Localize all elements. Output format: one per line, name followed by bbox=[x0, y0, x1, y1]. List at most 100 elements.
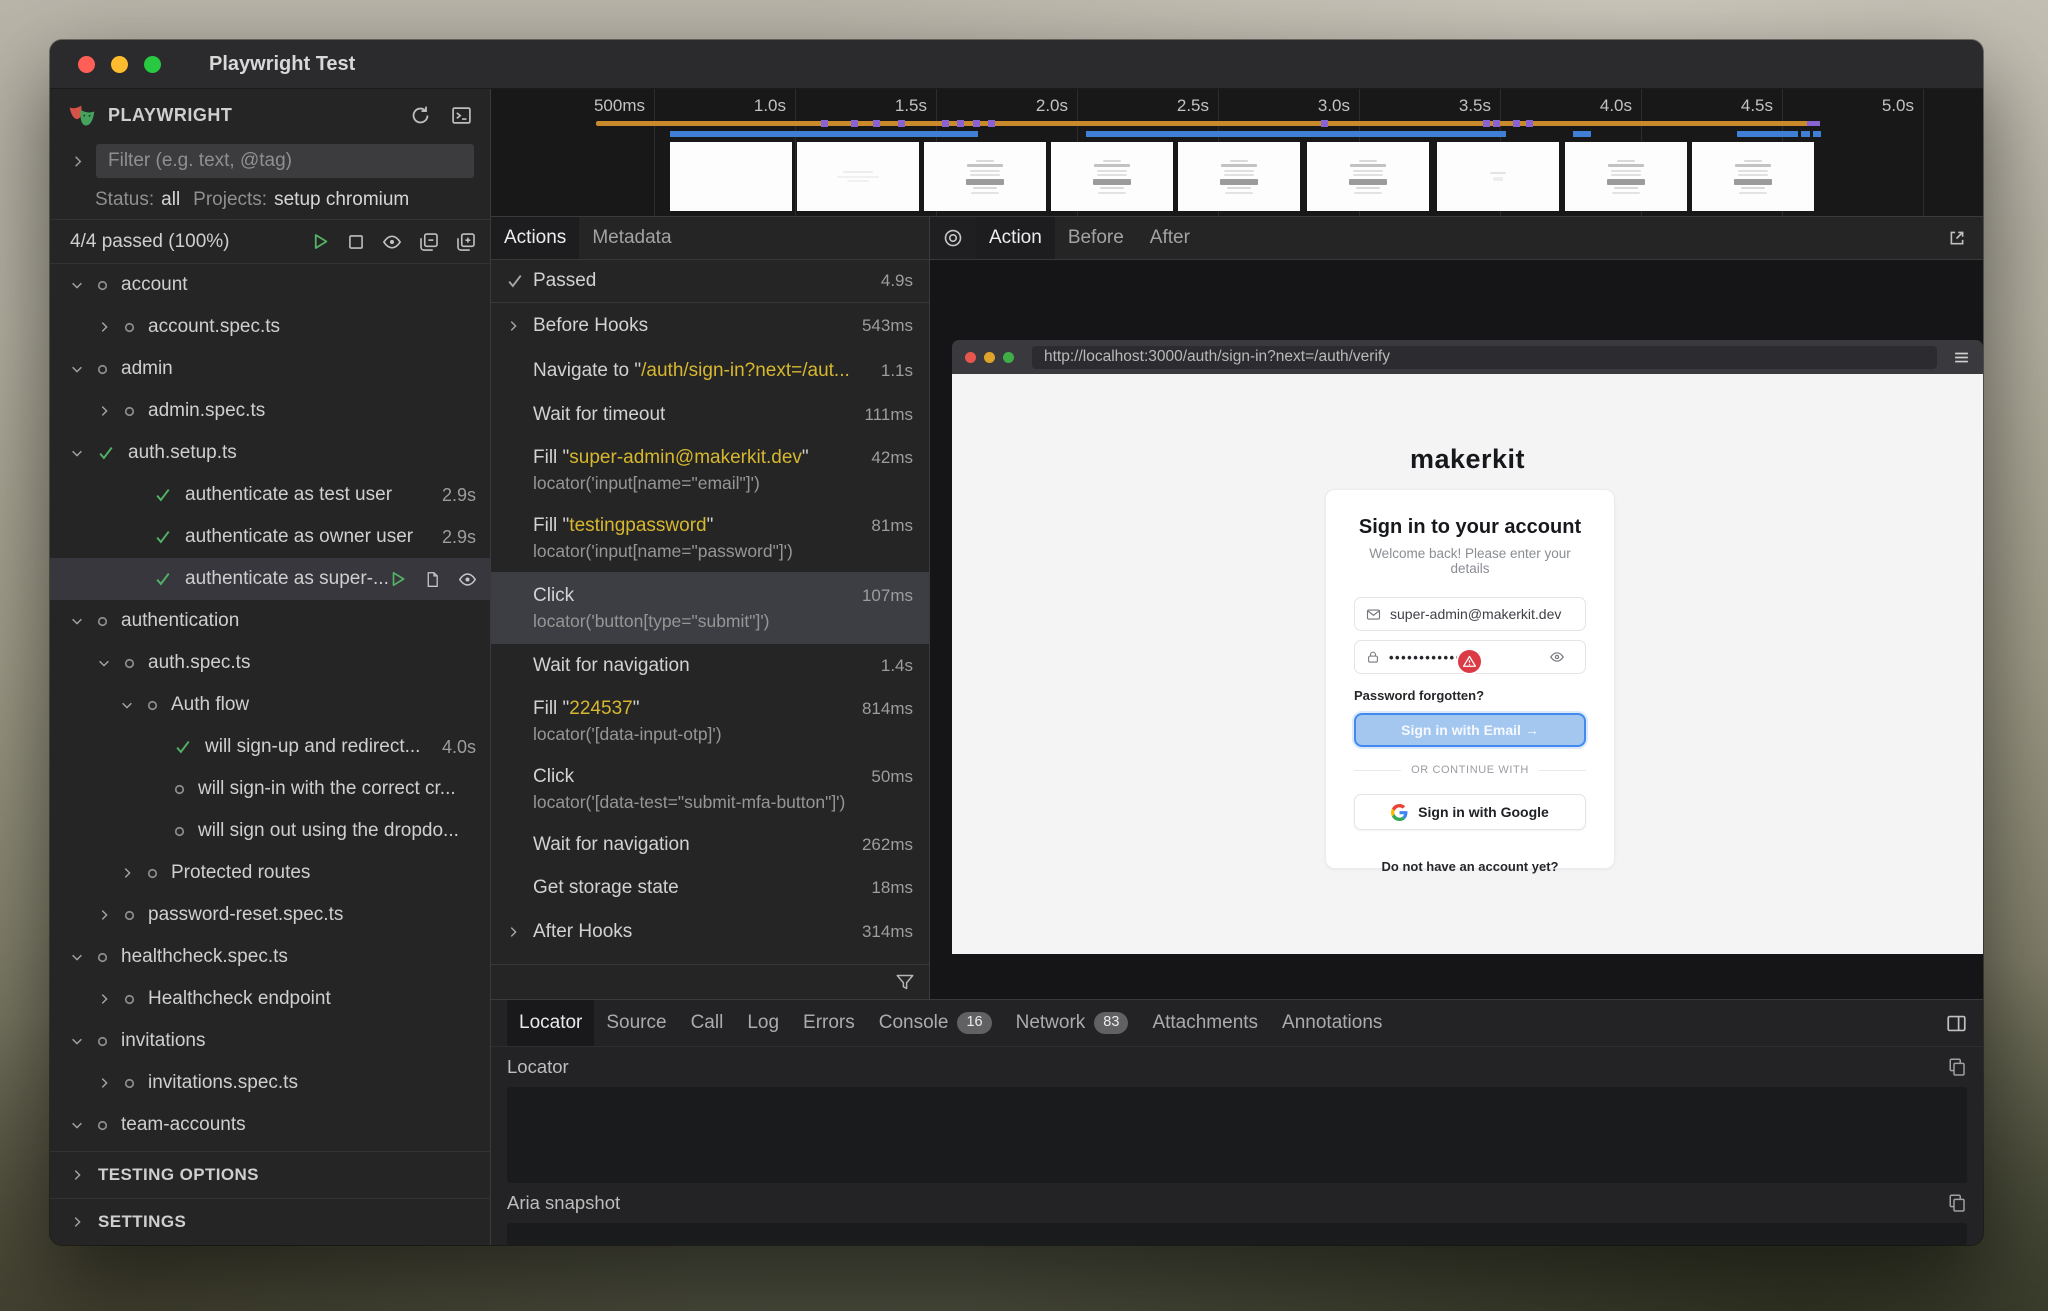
copy-icon[interactable] bbox=[1947, 1193, 1967, 1213]
chevron-right-icon[interactable] bbox=[97, 320, 111, 334]
chevron-down-icon[interactable] bbox=[70, 614, 84, 628]
tab-locator[interactable]: Locator bbox=[507, 1000, 594, 1046]
filmstrip-frame[interactable] bbox=[1178, 142, 1300, 211]
filmstrip-frame[interactable] bbox=[1692, 142, 1814, 211]
filmstrip-frame[interactable] bbox=[1307, 142, 1429, 211]
tab-before[interactable]: Before bbox=[1055, 217, 1137, 259]
play-icon[interactable] bbox=[389, 570, 407, 588]
tree-item[interactable]: Protected routes bbox=[50, 852, 490, 894]
tree-item[interactable]: will sign-up and redirect...4.0s bbox=[50, 726, 490, 768]
tab-metadata[interactable]: Metadata bbox=[579, 217, 684, 259]
tree-item[interactable]: account.spec.ts bbox=[50, 306, 490, 348]
chevron-down-icon[interactable] bbox=[70, 362, 84, 376]
tab-after[interactable]: After bbox=[1137, 217, 1203, 259]
terminal-icon[interactable] bbox=[451, 105, 472, 126]
tab-call[interactable]: Call bbox=[679, 1000, 736, 1046]
no-account-link[interactable]: Do not have an account yet? bbox=[1354, 859, 1586, 874]
tree-item[interactable]: admin.spec.ts bbox=[50, 390, 490, 432]
tree-item[interactable]: account bbox=[50, 264, 490, 306]
locator-editor[interactable] bbox=[507, 1087, 1967, 1183]
chevron-down-icon[interactable] bbox=[97, 656, 111, 670]
tab-actions[interactable]: Actions bbox=[491, 217, 579, 259]
action-row[interactable]: Wait for timeout111ms bbox=[491, 393, 929, 436]
open-external-icon[interactable] bbox=[1947, 217, 1983, 259]
tab-errors[interactable]: Errors bbox=[791, 1000, 867, 1046]
filmstrip-frame[interactable] bbox=[1437, 142, 1559, 211]
trace-timeline[interactable]: 500ms1.0s1.5s2.0s2.5s3.0s3.5s4.0s4.5s5.0… bbox=[491, 89, 1983, 217]
filmstrip-frame[interactable] bbox=[924, 142, 1046, 211]
chevron-down-icon[interactable] bbox=[70, 1118, 84, 1132]
browser-url-bar[interactable]: http://localhost:3000/auth/sign-in?next=… bbox=[1032, 346, 1937, 369]
testing-options-section[interactable]: TESTING OPTIONS bbox=[50, 1151, 490, 1198]
filter-input[interactable]: Filter (e.g. text, @tag) bbox=[96, 144, 474, 178]
expand-all-icon[interactable] bbox=[456, 232, 476, 252]
tree-item[interactable]: will sign-in with the correct cr... bbox=[50, 768, 490, 810]
chevron-right-icon[interactable] bbox=[97, 908, 111, 922]
tree-item[interactable]: authentication bbox=[50, 600, 490, 642]
filter-status-row[interactable]: Status: all Projects: setup chromium bbox=[50, 181, 490, 219]
tree-item[interactable]: auth.spec.ts bbox=[50, 642, 490, 684]
filmstrip-frame[interactable] bbox=[1051, 142, 1173, 211]
email-field[interactable]: super-admin@makerkit.dev bbox=[1354, 597, 1586, 631]
zoom-window-button[interactable] bbox=[144, 56, 161, 73]
chevron-right-icon[interactable] bbox=[506, 319, 520, 333]
tree-item[interactable]: Healthcheck endpoint bbox=[50, 978, 490, 1020]
filmstrip-frame[interactable] bbox=[797, 142, 919, 211]
action-row[interactable]: Click50mslocator('[data-test="submit-mfa… bbox=[491, 755, 929, 823]
chevron-right-icon[interactable] bbox=[97, 992, 111, 1006]
file-icon[interactable] bbox=[424, 571, 441, 588]
action-row[interactable]: Fill "224537"814mslocator('[data-input-o… bbox=[491, 687, 929, 755]
chevron-right-icon[interactable] bbox=[97, 1076, 111, 1090]
action-result-row[interactable]: Passed4.9s bbox=[491, 260, 929, 303]
collapse-all-icon[interactable] bbox=[419, 232, 439, 252]
settings-section[interactable]: SETTINGS bbox=[50, 1198, 490, 1245]
minimize-window-button[interactable] bbox=[111, 56, 128, 73]
tab-annotations[interactable]: Annotations bbox=[1270, 1000, 1394, 1046]
tab-attachments[interactable]: Attachments bbox=[1140, 1000, 1270, 1046]
tab-source[interactable]: Source bbox=[594, 1000, 678, 1046]
browser-menu-icon[interactable] bbox=[1953, 349, 1970, 366]
watch-all-eye-icon[interactable] bbox=[382, 232, 402, 252]
toggle-password-eye-icon[interactable] bbox=[1549, 649, 1565, 665]
action-row[interactable]: Before Hooks543ms bbox=[491, 303, 929, 348]
sign-in-google-button[interactable]: Sign in with Google bbox=[1354, 794, 1586, 830]
tree-item[interactable]: authenticate as owner user2.9s bbox=[50, 516, 490, 558]
copy-icon[interactable] bbox=[1947, 1057, 1967, 1077]
sign-in-email-button[interactable]: Sign in with Email → bbox=[1354, 713, 1586, 747]
chevron-down-icon[interactable] bbox=[70, 1034, 84, 1048]
pick-locator-target-icon[interactable] bbox=[930, 217, 976, 259]
close-window-button[interactable] bbox=[78, 56, 95, 73]
tree-item[interactable]: team-accounts bbox=[50, 1104, 490, 1146]
tree-item[interactable]: auth.setup.ts bbox=[50, 432, 490, 474]
chevron-down-icon[interactable] bbox=[120, 698, 134, 712]
chevron-down-icon[interactable] bbox=[70, 950, 84, 964]
filter-funnel-icon[interactable] bbox=[895, 972, 915, 992]
aria-snapshot-editor[interactable] bbox=[507, 1223, 1967, 1245]
chevron-down-icon[interactable] bbox=[70, 278, 84, 292]
chevron-down-icon[interactable] bbox=[70, 446, 84, 460]
tree-item[interactable]: admin bbox=[50, 348, 490, 390]
chevron-right-icon[interactable] bbox=[506, 925, 520, 939]
action-row[interactable]: Fill "super-admin@makerkit.dev"42mslocat… bbox=[491, 436, 929, 504]
password-forgotten-link[interactable]: Password forgotten? bbox=[1354, 688, 1586, 703]
tree-item[interactable]: authenticate as test user2.9s bbox=[50, 474, 490, 516]
chevron-right-icon[interactable] bbox=[70, 154, 85, 169]
tab-log[interactable]: Log bbox=[735, 1000, 791, 1046]
tree-item[interactable]: will sign out using the dropdo... bbox=[50, 810, 490, 852]
tree-item[interactable]: Auth flow bbox=[50, 684, 490, 726]
action-row[interactable]: After Hooks314ms bbox=[491, 909, 929, 954]
action-row[interactable]: Wait for navigation1.4s bbox=[491, 644, 929, 687]
tree-item[interactable]: authenticate as super-... bbox=[50, 558, 490, 600]
run-all-icon[interactable] bbox=[311, 232, 330, 251]
eye-icon[interactable] bbox=[458, 570, 477, 589]
tree-item[interactable]: healthcheck.spec.ts bbox=[50, 936, 490, 978]
tab-network[interactable]: Network83 bbox=[1004, 1000, 1141, 1046]
chevron-right-icon[interactable] bbox=[120, 866, 134, 880]
reload-icon[interactable] bbox=[410, 105, 431, 126]
tab-console[interactable]: Console16 bbox=[867, 1000, 1004, 1046]
panel-layout-toggle-icon[interactable] bbox=[1946, 1000, 1967, 1046]
action-row[interactable]: Navigate to "/auth/sign-in?next=/aut...1… bbox=[491, 348, 929, 393]
stop-icon[interactable] bbox=[347, 233, 365, 251]
action-row[interactable]: Fill "testingpassword"81mslocator('input… bbox=[491, 504, 929, 572]
action-row[interactable]: Click107mslocator('button[type="submit"]… bbox=[491, 572, 929, 644]
